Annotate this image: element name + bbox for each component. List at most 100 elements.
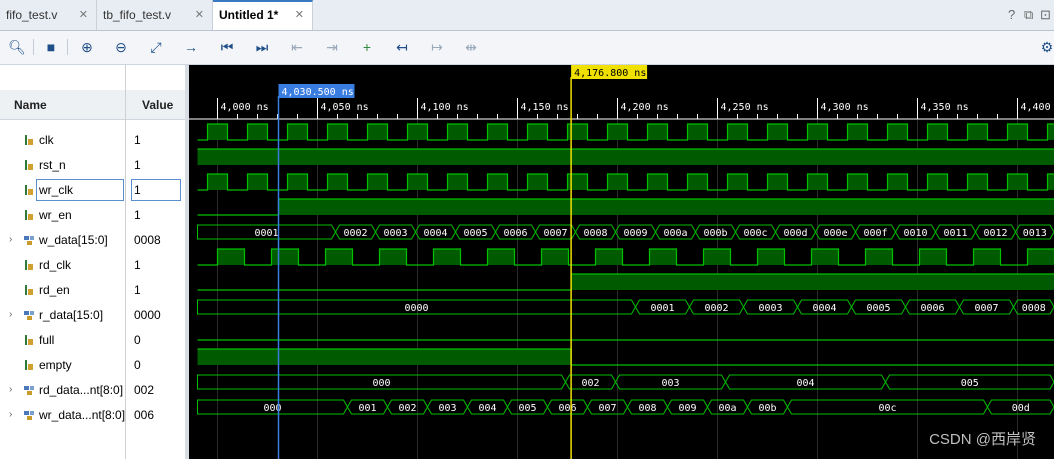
go-to-end-icon[interactable]: ⏭	[253, 38, 271, 56]
close-icon[interactable]: ✕	[79, 0, 88, 30]
ruler-tick-label: 4,250 ns	[721, 102, 769, 113]
rd-en-waveform[interactable]	[197, 273, 1054, 291]
zoom-out-icon[interactable]: ⊖	[112, 38, 130, 56]
signal-row-clk[interactable]: clk	[0, 130, 125, 150]
empty-waveform[interactable]	[197, 348, 1054, 366]
w-data-waveform[interactable]: 0001 0002 0003 0004 0005 0006 0007 0008 0009 000a…	[197, 224, 1054, 240]
high-fill	[927, 124, 948, 140]
signal-name: r_data[15:0]	[39, 308, 104, 322]
bus-value-label: 000b	[703, 228, 727, 239]
high-fill	[325, 249, 353, 265]
signal-row-rd-en[interactable]: rd_en	[0, 280, 125, 300]
search-icon[interactable]: 🔍︎	[8, 38, 26, 56]
high-fill	[487, 249, 515, 265]
bus-value-label: 00d	[1012, 403, 1030, 414]
tab-label: tb_fifo_test.v	[103, 8, 172, 22]
high-fill	[757, 249, 785, 265]
signal-row-rst-n[interactable]: rst_n	[0, 155, 125, 175]
wr-clk-waveform[interactable]	[197, 173, 1054, 191]
expand-chevron-icon[interactable]: ›	[9, 405, 12, 425]
value-column-header[interactable]: Value	[126, 90, 185, 120]
add-marker-icon[interactable]: +	[358, 38, 376, 56]
expand-chevron-icon[interactable]: ›	[9, 380, 12, 400]
high-fill	[807, 174, 828, 190]
high-fill	[1007, 124, 1028, 140]
toolbar-divider	[67, 39, 68, 55]
time-ruler[interactable]: 4,000 ns 4,050 ns 4,100 ns 4,150 ns 4,200 ns…	[189, 98, 1054, 120]
previous-marker-icon[interactable]: ↤	[393, 38, 411, 56]
bus-value-label: 005	[961, 378, 979, 389]
tab-tb-fifo-test[interactable]: tb_fifo_test.v ✕	[97, 0, 213, 30]
wr-data-count-waveform[interactable]: 000 001 002 003 004 005 006 007 008 009 00a 00b 00c 0…	[197, 399, 1054, 415]
high-fill	[407, 174, 428, 190]
bus-value-label: 0007	[974, 303, 998, 314]
high-fill	[973, 249, 1001, 265]
signal-row-rd-clk[interactable]: rd_clk	[0, 255, 125, 275]
bus-value-label: 0005	[463, 228, 487, 239]
high-fill	[197, 349, 572, 365]
rd-data-count-waveform[interactable]: 000 002 003 004 005	[197, 374, 1054, 390]
waveform-canvas[interactable]: 4,000 ns 4,050 ns 4,100 ns 4,150 ns 4,200 ns…	[189, 65, 1054, 459]
signal-row-full[interactable]: full	[0, 330, 125, 350]
rst-n-waveform[interactable]	[197, 148, 1054, 165]
tab-untitled-1[interactable]: Untitled 1* ✕	[213, 0, 313, 30]
high-fill	[1047, 124, 1054, 140]
zoom-in-icon[interactable]: ⊕	[78, 38, 96, 56]
ruler-tick-label: 4,400	[1021, 102, 1051, 113]
name-column-header[interactable]: Name	[0, 90, 125, 120]
swap-cursors-icon[interactable]: ⇹	[462, 38, 480, 56]
expand-chevron-icon[interactable]: ›	[9, 305, 12, 325]
high-fill	[607, 174, 628, 190]
clk-waveform[interactable]	[197, 123, 1054, 141]
bus-value-label: 0004	[423, 228, 447, 239]
go-to-cursor-icon[interactable]: →	[182, 38, 200, 56]
bus-value-label: 0010	[903, 228, 927, 239]
ruler-tick-label: 4,000 ns	[221, 102, 269, 113]
bus-value-label: 0002	[343, 228, 367, 239]
restore-icon[interactable]: ⧉	[1024, 7, 1033, 23]
high-fill	[367, 124, 388, 140]
high-fill	[727, 124, 748, 140]
signal-row-wr-data-nt-8-0-[interactable]: › wr_data...nt[8:0]	[0, 405, 125, 425]
close-icon[interactable]: ✕	[195, 0, 204, 30]
high-fill	[379, 249, 407, 265]
signal-row-w-data-15-0-[interactable]: › w_data[15:0]	[0, 230, 125, 250]
zoom-fit-icon[interactable]: ⤢	[147, 38, 165, 56]
wr-en-waveform[interactable]	[197, 198, 1054, 216]
signal-name: rst_n	[39, 158, 66, 172]
signal-name: w_data[15:0]	[39, 233, 108, 247]
bus-value-label: 001	[358, 403, 376, 414]
bus-value-label: 000d	[783, 228, 807, 239]
high-fill	[407, 124, 428, 140]
next-marker-icon[interactable]: ↦	[428, 38, 446, 56]
signal-name: full	[39, 333, 55, 347]
signal-row-r-data-15-0-[interactable]: › r_data[15:0]	[0, 305, 125, 325]
high-fill	[433, 249, 461, 265]
signal-value: 0000	[134, 308, 161, 322]
signal-row-empty[interactable]: empty	[0, 355, 125, 375]
settings-gear-icon[interactable]: ⚙	[1038, 38, 1054, 56]
previous-transition-icon[interactable]: ⇤	[288, 38, 306, 56]
bus-signal-icon	[24, 236, 34, 245]
close-icon[interactable]: ✕	[295, 2, 304, 29]
rd-clk-waveform[interactable]	[197, 248, 1054, 266]
high-fill	[967, 174, 988, 190]
high-fill	[767, 124, 788, 140]
signal-value: 006	[134, 408, 155, 422]
expand-chevron-icon[interactable]: ›	[9, 230, 12, 250]
signal-row-rd-data-nt-8-0-[interactable]: › rd_data...nt[8:0]	[0, 380, 125, 400]
maximize-icon[interactable]: ⊡	[1040, 7, 1051, 23]
help-icon[interactable]: ?	[1008, 7, 1015, 22]
signal-row-wr-en[interactable]: wr_en	[0, 205, 125, 225]
go-to-start-icon[interactable]: ⏮	[218, 38, 236, 56]
save-icon[interactable]: ■	[42, 38, 60, 56]
bus-signal-icon	[24, 411, 34, 420]
bus-value-label: 0006	[503, 228, 527, 239]
r-data-waveform[interactable]: 0000 0001 0002 0003 0004 0005 0006 0007 0008	[197, 299, 1054, 315]
high-fill	[967, 124, 988, 140]
high-fill	[207, 174, 228, 190]
bus-value-label: 002	[398, 403, 416, 414]
tab-fifo-test[interactable]: fifo_test.v ✕	[0, 0, 97, 30]
high-fill	[287, 174, 308, 190]
next-transition-icon[interactable]: ⇥	[323, 38, 341, 56]
